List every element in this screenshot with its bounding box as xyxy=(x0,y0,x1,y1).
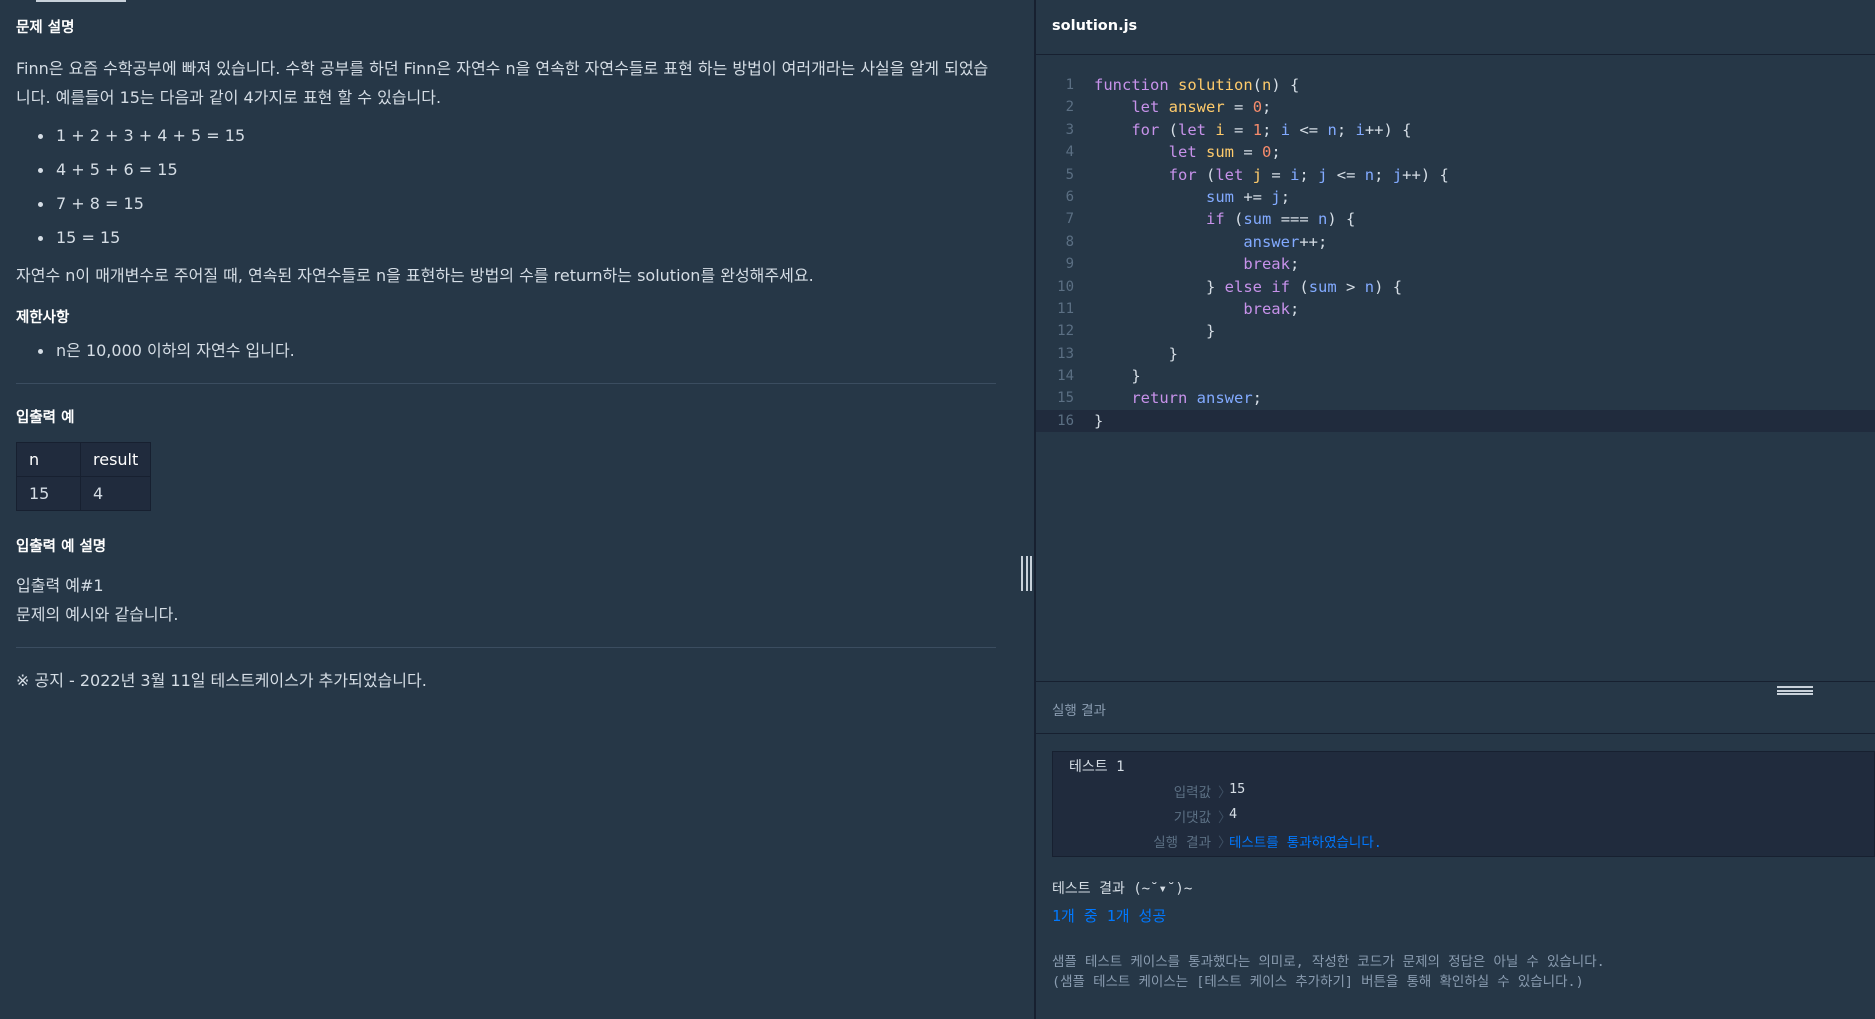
line-number: 9 xyxy=(1065,256,1074,273)
summary-count: 1개 중 1개 성공 xyxy=(1052,907,1167,925)
example-list: 1 + 2 + 3 + 4 + 5 = 15 4 + 5 + 6 = 15 7 … xyxy=(38,125,996,248)
table-row: 15 4 xyxy=(16,476,152,511)
line-number: 2 xyxy=(1065,99,1074,116)
test-row-label: 입력값 xyxy=(1173,785,1211,801)
notice-text: ※ 공지 - 2022년 3월 11일 테스트케이스가 추가되었습니다. xyxy=(16,671,427,690)
code-line[interactable]: 9 break; xyxy=(1036,253,1875,275)
line-number: 16 xyxy=(1057,412,1074,429)
code-line[interactable]: 6 sum += j; xyxy=(1036,186,1875,208)
description-intro: Finn은 요즘 수학공부에 빠져 있습니다. 수학 공부를 하던 Finn은 … xyxy=(16,59,989,107)
io-example-title: 입출력 예 xyxy=(16,410,75,426)
code-line[interactable]: 2 let answer = 0; xyxy=(1036,96,1875,118)
results-header: 실행 결과 xyxy=(1036,682,1875,734)
code-line[interactable]: 11 break; xyxy=(1036,298,1875,320)
results-body: 테스트 1 입력값 〉 15 기댓값 〉 4 실행 결과 〉 테스트를 통과하였… xyxy=(1036,734,1875,1019)
table-cell: 4 xyxy=(79,476,152,511)
code-line[interactable]: 13 } xyxy=(1036,343,1875,365)
table-cell: 15 xyxy=(16,476,81,511)
line-number: 12 xyxy=(1057,323,1074,340)
summary-note-line: 샘플 테스트 케이스를 통과했다는 의미로, 작성한 코드가 문제의 정답은 아… xyxy=(1052,954,1605,970)
table-header-result: result xyxy=(79,442,152,477)
code-line[interactable]: 4 let sum = 0; xyxy=(1036,141,1875,163)
editor-panel: solution.js 1 function solution(n) { 2 le… xyxy=(1036,0,1875,1019)
line-number: 3 xyxy=(1065,121,1074,138)
app-root: 문제 설명 Finn은 요즘 수학공부에 빠져 있습니다. 수학 공부를 하던 … xyxy=(0,0,1875,1019)
file-tab[interactable]: solution.js xyxy=(1052,18,1137,34)
line-number: 6 xyxy=(1065,188,1074,205)
test-pass-status: 테스트를 통과하였습니다. xyxy=(1229,835,1382,851)
test-case-box: 테스트 1 입력값 〉 15 기댓값 〉 4 실행 결과 〉 테스트를 통과하였… xyxy=(1052,751,1875,857)
table-header-row: n result xyxy=(16,442,152,477)
panel-resize-handle[interactable] xyxy=(1021,556,1032,591)
line-number: 5 xyxy=(1065,166,1074,183)
code-line[interactable]: 1 function solution(n) { xyxy=(1036,74,1875,96)
summary-note: 샘플 테스트 케이스를 통과했다는 의미로, 작성한 코드가 문제의 정답은 아… xyxy=(1052,952,1605,992)
example-item: 4 + 5 + 6 = 15 xyxy=(38,159,996,180)
line-number: 13 xyxy=(1057,345,1074,362)
code-line[interactable]: 7 if (sum === n) { xyxy=(1036,208,1875,230)
test-row-value: 15 xyxy=(1229,781,1246,797)
problem-description: 문제 설명 Finn은 요즘 수학공부에 빠져 있습니다. 수학 공부를 하던 … xyxy=(16,18,996,692)
line-number: 8 xyxy=(1065,233,1074,250)
constraint-item: n은 10,000 이하의 자연수 입니다. xyxy=(38,340,996,361)
test-name: 테스트 1 xyxy=(1069,759,1125,775)
io-explanation-title: 입출력 예 설명 xyxy=(16,539,107,555)
description-title: 문제 설명 xyxy=(16,20,75,36)
example-item: 1 + 2 + 3 + 4 + 5 = 15 xyxy=(38,125,996,146)
line-number: 7 xyxy=(1065,211,1074,228)
results-panel: 실행 결과 테스트 1 입력값 〉 15 기댓값 〉 4 실행 결과 〉 테스트… xyxy=(1036,681,1875,1019)
problem-panel: 문제 설명 Finn은 요즘 수학공부에 빠져 있습니다. 수학 공부를 하던 … xyxy=(0,0,1035,1019)
code-line[interactable]: 12 } xyxy=(1036,320,1875,342)
editor-header: solution.js xyxy=(1036,0,1875,55)
code-editor[interactable]: 1 function solution(n) { 2 let answer = 0… xyxy=(1036,56,1875,681)
test-row-label: 실행 결과 xyxy=(1153,835,1211,851)
summary-note-line: (샘플 테스트 케이스는 [테스트 케이스 추가하기] 버튼을 통해 확인하실 … xyxy=(1052,974,1584,990)
io-example-table: n result 15 4 xyxy=(16,442,152,511)
example-item: 15 = 15 xyxy=(38,227,996,248)
code-lines: 1 function solution(n) { 2 let answer = 0… xyxy=(1036,74,1875,433)
test-row-value: 4 xyxy=(1229,806,1238,822)
description-task: 자연수 n이 매개변수로 주어질 때, 연속된 자연수들로 n을 표현하는 방법… xyxy=(16,266,814,285)
section-divider xyxy=(16,383,996,384)
io-explanation-line: 입출력 예#1 xyxy=(16,576,104,595)
line-number: 1 xyxy=(1065,77,1074,93)
section-divider xyxy=(16,647,996,648)
line-number: 14 xyxy=(1057,368,1074,385)
code-line[interactable]: 15 return answer; xyxy=(1036,387,1875,409)
table-header-n: n xyxy=(16,442,81,477)
line-number: 4 xyxy=(1065,144,1074,161)
constraints-title: 제한사항 xyxy=(16,310,70,326)
active-tab-indicator xyxy=(36,0,126,2)
code-line[interactable]: 3 for (let i = 1; i <= n; i++) { xyxy=(1036,119,1875,141)
test-row-expected: 기댓값 〉 4 xyxy=(1053,806,1875,828)
test-row-input: 입력값 〉 15 xyxy=(1053,781,1875,803)
example-item: 7 + 8 = 15 xyxy=(38,193,996,214)
results-title: 실행 결과 xyxy=(1052,703,1106,719)
io-explanation-line: 문제의 예시와 같습니다. xyxy=(16,605,179,624)
test-row-result: 실행 결과 〉 테스트를 통과하였습니다. xyxy=(1053,831,1875,853)
code-line[interactable]: 5 for (let j = i; j <= n; j++) { xyxy=(1036,164,1875,186)
line-number: 11 xyxy=(1057,300,1074,317)
code-line[interactable]: 8 answer++; xyxy=(1036,231,1875,253)
constraints-list: n은 10,000 이하의 자연수 입니다. xyxy=(38,340,996,361)
test-row-label: 기댓값 xyxy=(1173,810,1211,826)
line-number: 10 xyxy=(1057,278,1074,295)
code-line[interactable]: 14 } xyxy=(1036,365,1875,387)
code-line-active[interactable]: 16} xyxy=(1036,409,1875,433)
summary-title: 테스트 결과 (~˘▾˘)~ xyxy=(1052,881,1193,897)
line-number: 15 xyxy=(1057,390,1074,407)
code-line[interactable]: 10 } else if (sum > n) { xyxy=(1036,276,1875,298)
